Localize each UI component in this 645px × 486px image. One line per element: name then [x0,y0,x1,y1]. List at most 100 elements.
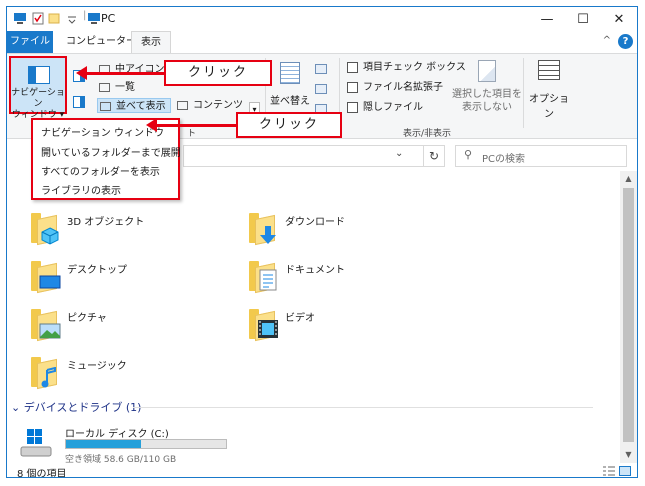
pc-icon [88,13,100,24]
quick-access-dropdown-icon[interactable] [65,12,79,25]
item-count: 8 個の項目 [17,469,67,478]
navigation-pane-label: ナビゲーション ウィンドウ ▾ [11,88,65,121]
drive-label[interactable]: ローカル ディスク (C:) [65,425,169,440]
folder-label: ビデオ [285,313,315,324]
help-icon[interactable]: ? [618,34,633,49]
maximize-button[interactable]: ☐ [565,7,601,31]
title-bar: | PC — ☐ ✕ [7,7,637,31]
group-by-icon[interactable] [315,64,327,74]
folder-videos[interactable]: ビデオ [245,307,445,347]
options-label: オプション [529,94,569,120]
search-placeholder: PCの検索 [482,154,526,165]
nav-label-line1: ナビゲーション [11,88,65,109]
tab-file[interactable]: ファイル [7,31,53,53]
annotation-click-1: クリック [164,60,272,86]
hide-selected-button[interactable]: 選択した項目を表示しない [451,60,523,120]
add-columns-icon[interactable] [315,84,327,94]
menu-item-show-libraries[interactable]: ライブラリの表示 [41,182,121,197]
section-divider [133,407,593,408]
new-folder-icon[interactable] [47,12,61,25]
download-arrow-icon [260,226,276,244]
search-icon: ⚲ [464,148,473,161]
folder-3d-objects[interactable]: 3D オブジェクト [27,211,227,251]
folder-music[interactable]: ミュージック [27,355,227,395]
minimize-button[interactable]: — [529,7,565,31]
folder-desktop[interactable]: デスクトップ [27,259,227,299]
folder-pictures[interactable]: ピクチャ [27,307,227,347]
sort-label: 並べ替え [270,96,310,107]
options-button[interactable]: オプション [527,60,571,120]
layout-content-label: コンテンツ [193,100,243,111]
details-view-icon[interactable] [603,466,615,476]
close-button[interactable]: ✕ [601,7,637,31]
navigation-pane-menu: ナビゲーション ウィンドウ 開いているフォルダーまで展開 すべてのフォルダーを表… [31,118,181,200]
ribbon-separator [523,58,524,128]
folder-label: 3D オブジェクト [67,217,145,228]
item-checkboxes-option[interactable]: 項目チェック ボックス [347,60,466,75]
navigation-pane-button[interactable]: ナビゲーション ウィンドウ ▾ [9,56,67,120]
ribbon-tabs: ファイル コンピューター 表示 ^ ? [7,31,637,54]
file-view: 3D オブジェクト ダウンロード デスクトップ ドキュメント ピクチャ ビデオ … [7,171,621,465]
scroll-down-icon[interactable]: ▼ [620,447,637,463]
options-icon [538,60,560,80]
file-extensions-label: ファイル名拡張子 [363,82,443,93]
hide-selected-label: 選択した項目を表示しない [452,89,522,113]
file-extensions-option[interactable]: ファイル名拡張子 [347,80,443,95]
show-hide-group-label: 表示/非表示 [403,129,452,139]
layout-group-label: ト [187,129,197,139]
tab-view[interactable]: 表示 [131,31,171,54]
menu-item-show-all-folders[interactable]: すべてのフォルダーを表示 [41,163,160,178]
address-history-chevron-icon[interactable]: ⌄ [395,148,403,159]
annotation-arrow-2 [146,118,238,132]
sort-icon [280,62,300,84]
status-bar: 8 個の項目 [7,463,637,478]
menu-item-expand-to-open-folder[interactable]: 開いているフォルダーまで展開 [41,144,181,159]
folder-label: ミュージック [67,361,127,372]
vertical-scrollbar[interactable]: ▲ ▼ [620,171,637,463]
computer-icon [14,13,26,24]
film-icon [258,320,278,338]
explorer-window: | PC — ☐ ✕ ファイル コンピューター 表示 ^ ? ナビゲーション ウ… [6,6,638,478]
hidden-items-checkbox[interactable] [347,102,358,113]
layout-list[interactable]: 一覧 [97,80,139,95]
search-input[interactable]: ⚲ PCの検索 [455,145,627,167]
file-extensions-checkbox[interactable] [347,82,358,93]
window-title: PC [101,12,116,25]
item-checkboxes-checkbox[interactable] [347,62,358,73]
sort-button[interactable]: 並べ替え [269,60,311,118]
layout-content[interactable]: コンテンツ [175,98,247,113]
chevron-down-icon: ⌄ [11,401,21,414]
devices-heading-label: デバイスとドライブ (1) [23,401,142,414]
details-icon [100,102,111,111]
scroll-thumb[interactable] [623,188,634,442]
folder-label: デスクトップ [67,265,127,276]
layout-details[interactable]: 並べて表示 [97,98,171,113]
drive-usage-fill [66,440,142,448]
folder-documents[interactable]: ドキュメント [245,259,445,299]
large-icons-view-icon[interactable] [619,466,631,476]
drive-usage-bar [65,439,227,449]
collapse-ribbon-icon[interactable]: ^ [603,35,611,46]
layout-list-label: 一覧 [115,82,135,93]
3d-cube-icon [41,227,59,245]
details-pane-icon[interactable] [73,96,85,108]
address-input[interactable] [183,145,423,167]
content-icon [177,101,188,110]
list-icon [99,83,110,92]
music-note-icon [41,367,56,388]
folder-label: ダウンロード [285,217,345,228]
folder-downloads[interactable]: ダウンロード [245,211,445,251]
hidden-items-option[interactable]: 隠しファイル [347,100,423,115]
properties-icon[interactable] [31,12,45,25]
title-divider: | [83,10,87,21]
picture-icon [39,323,61,339]
drive-icon [20,429,52,457]
layout-details-label: 並べて表示 [116,101,166,112]
document-icon [259,269,277,291]
refresh-button[interactable]: ↻ [423,145,445,167]
hide-selected-icon [478,60,496,82]
scroll-up-icon[interactable]: ▲ [620,171,637,187]
annotation-click-2: クリック [236,112,342,138]
folder-label: ピクチャ [67,313,107,324]
devices-section-header[interactable]: ⌄ デバイスとドライブ (1) [11,399,141,415]
